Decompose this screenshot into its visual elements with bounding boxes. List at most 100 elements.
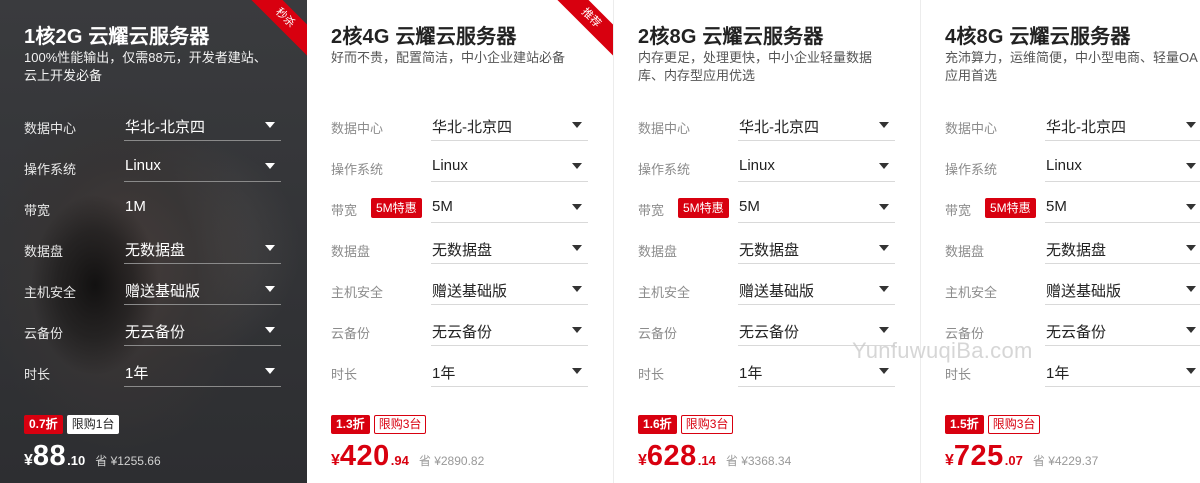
- select-value: 5M: [1046, 198, 1067, 215]
- caret-down-icon: [572, 245, 582, 251]
- row-host-security: 主机安全 赠送基础版: [638, 275, 895, 305]
- price-integer: 628: [646, 440, 697, 472]
- flash-sale-ribbon: 秒杀: [241, 0, 307, 66]
- select-value: 华北-北京四: [1046, 119, 1126, 136]
- os-select[interactable]: Linux: [124, 152, 281, 182]
- discount-badge: 1.3折: [331, 415, 370, 434]
- cloud-backup-select[interactable]: 无云备份: [124, 316, 281, 346]
- host-security-select[interactable]: 赠送基础版: [1045, 275, 1200, 305]
- os-select[interactable]: Linux: [431, 152, 588, 182]
- price: ¥ 725 .07 省 ¥4229.37: [945, 440, 1098, 473]
- caret-down-icon: [265, 245, 275, 251]
- row-os: 操作系统 Linux: [24, 152, 281, 182]
- row-label: 操作系统: [638, 162, 691, 177]
- promo-tags: 1.6折 限购3台: [638, 415, 734, 434]
- select-value: Linux: [125, 157, 161, 174]
- currency-symbol: ¥: [638, 452, 647, 469]
- row-duration: 时长 1年: [331, 357, 588, 387]
- row-label: 时长: [945, 367, 972, 382]
- bandwidth-select[interactable]: 5M: [1045, 193, 1200, 223]
- select-value: 5M: [739, 198, 760, 215]
- duration-select[interactable]: 1年: [431, 357, 588, 387]
- select-value: 赠送基础版: [1046, 283, 1122, 300]
- discount-badge: 1.5折: [945, 415, 984, 434]
- caret-down-icon: [572, 286, 582, 292]
- card-title: 2核8G 云耀云服务器: [638, 26, 824, 48]
- row-label: 数据中心: [24, 121, 77, 136]
- data-disk-select[interactable]: 无数据盘: [431, 234, 588, 264]
- row-data-disk: 数据盘 无数据盘: [638, 234, 895, 264]
- bandwidth-select[interactable]: 5M: [431, 193, 588, 223]
- datacenter-select[interactable]: 华北-北京四: [1045, 111, 1200, 141]
- price-integer: 88: [32, 440, 67, 472]
- card-title: 4核8G 云耀云服务器: [945, 26, 1131, 48]
- promo-tags: 0.7折 限购1台: [24, 415, 120, 434]
- discount-badge: 0.7折: [24, 415, 63, 434]
- data-disk-select[interactable]: 无数据盘: [124, 234, 281, 264]
- row-label: 主机安全: [24, 285, 77, 300]
- caret-down-icon: [879, 163, 889, 169]
- caret-down-icon: [1186, 204, 1196, 210]
- row-bandwidth: 带宽 5M特惠 5M: [331, 193, 588, 223]
- price: ¥ 420 .94 省 ¥2890.82: [331, 440, 484, 473]
- row-label: 主机安全: [638, 285, 691, 300]
- host-security-select[interactable]: 赠送基础版: [124, 275, 281, 305]
- os-select[interactable]: Linux: [738, 152, 895, 182]
- row-label: 带宽: [945, 203, 972, 218]
- select-value: 1M: [125, 198, 146, 215]
- host-security-select[interactable]: 赠送基础版: [738, 275, 895, 305]
- price-integer: 725: [953, 440, 1004, 472]
- duration-select[interactable]: 1年: [124, 357, 281, 387]
- price: ¥ 88 .10 省 ¥1255.66: [24, 440, 161, 473]
- row-host-security: 主机安全 赠送基础版: [24, 275, 281, 305]
- os-select[interactable]: Linux: [1045, 152, 1200, 182]
- data-disk-select[interactable]: 无数据盘: [738, 234, 895, 264]
- host-security-select[interactable]: 赠送基础版: [431, 275, 588, 305]
- row-label: 数据盘: [24, 244, 64, 259]
- savings-text: 省 ¥1255.66: [95, 454, 161, 468]
- row-label: 带宽: [24, 203, 51, 218]
- caret-down-icon: [879, 286, 889, 292]
- bandwidth-promo-badge: 5M特惠: [678, 198, 729, 218]
- server-offers: 1核2G 云耀云服务器 100%性能输出，仅需88元，开发者建站、云上开发必备 …: [0, 0, 1200, 483]
- select-value: 赠送基础版: [739, 283, 815, 300]
- select-value: 1年: [1046, 365, 1070, 382]
- datacenter-select[interactable]: 华北-北京四: [431, 111, 588, 141]
- caret-down-icon: [572, 204, 582, 210]
- data-disk-select[interactable]: 无数据盘: [1045, 234, 1200, 264]
- caret-down-icon: [879, 245, 889, 251]
- row-cloud-backup: 云备份 无云备份: [24, 316, 281, 346]
- caret-down-icon: [1186, 163, 1196, 169]
- row-label: 云备份: [331, 326, 371, 341]
- bandwidth-select[interactable]: 5M: [738, 193, 895, 223]
- duration-select[interactable]: 1年: [1045, 357, 1200, 387]
- row-datacenter: 数据中心 华北-北京四: [638, 111, 895, 141]
- row-label: 操作系统: [945, 162, 998, 177]
- select-value: 华北-北京四: [432, 119, 512, 136]
- caret-down-icon: [879, 368, 889, 374]
- row-bandwidth: 带宽 5M特惠 5M: [638, 193, 895, 223]
- row-os: 操作系统 Linux: [945, 152, 1200, 182]
- select-value: 1年: [125, 365, 149, 382]
- datacenter-select[interactable]: 华北-北京四: [124, 111, 281, 141]
- select-value: 无数据盘: [432, 242, 493, 259]
- row-duration: 时长 1年: [945, 357, 1200, 387]
- purchase-limit-badge: 限购3台: [987, 415, 1041, 434]
- row-datacenter: 数据中心 华北-北京四: [945, 111, 1200, 141]
- row-label: 数据中心: [331, 121, 384, 136]
- purchase-limit-badge: 限购1台: [66, 415, 120, 434]
- price-decimal: .07: [1004, 453, 1023, 468]
- row-label: 数据中心: [638, 121, 691, 136]
- row-duration: 时长 1年: [24, 357, 281, 387]
- row-label: 时长: [331, 367, 358, 382]
- caret-down-icon: [572, 368, 582, 374]
- savings-text: 省 ¥2890.82: [418, 454, 485, 468]
- caret-down-icon: [879, 327, 889, 333]
- cloud-backup-select[interactable]: 无云备份: [1045, 316, 1200, 346]
- cloud-backup-select[interactable]: 无云备份: [738, 316, 895, 346]
- select-value: 华北-北京四: [125, 119, 205, 136]
- duration-select[interactable]: 1年: [738, 357, 895, 387]
- datacenter-select[interactable]: 华北-北京四: [738, 111, 895, 141]
- row-label: 主机安全: [945, 285, 998, 300]
- cloud-backup-select[interactable]: 无云备份: [431, 316, 588, 346]
